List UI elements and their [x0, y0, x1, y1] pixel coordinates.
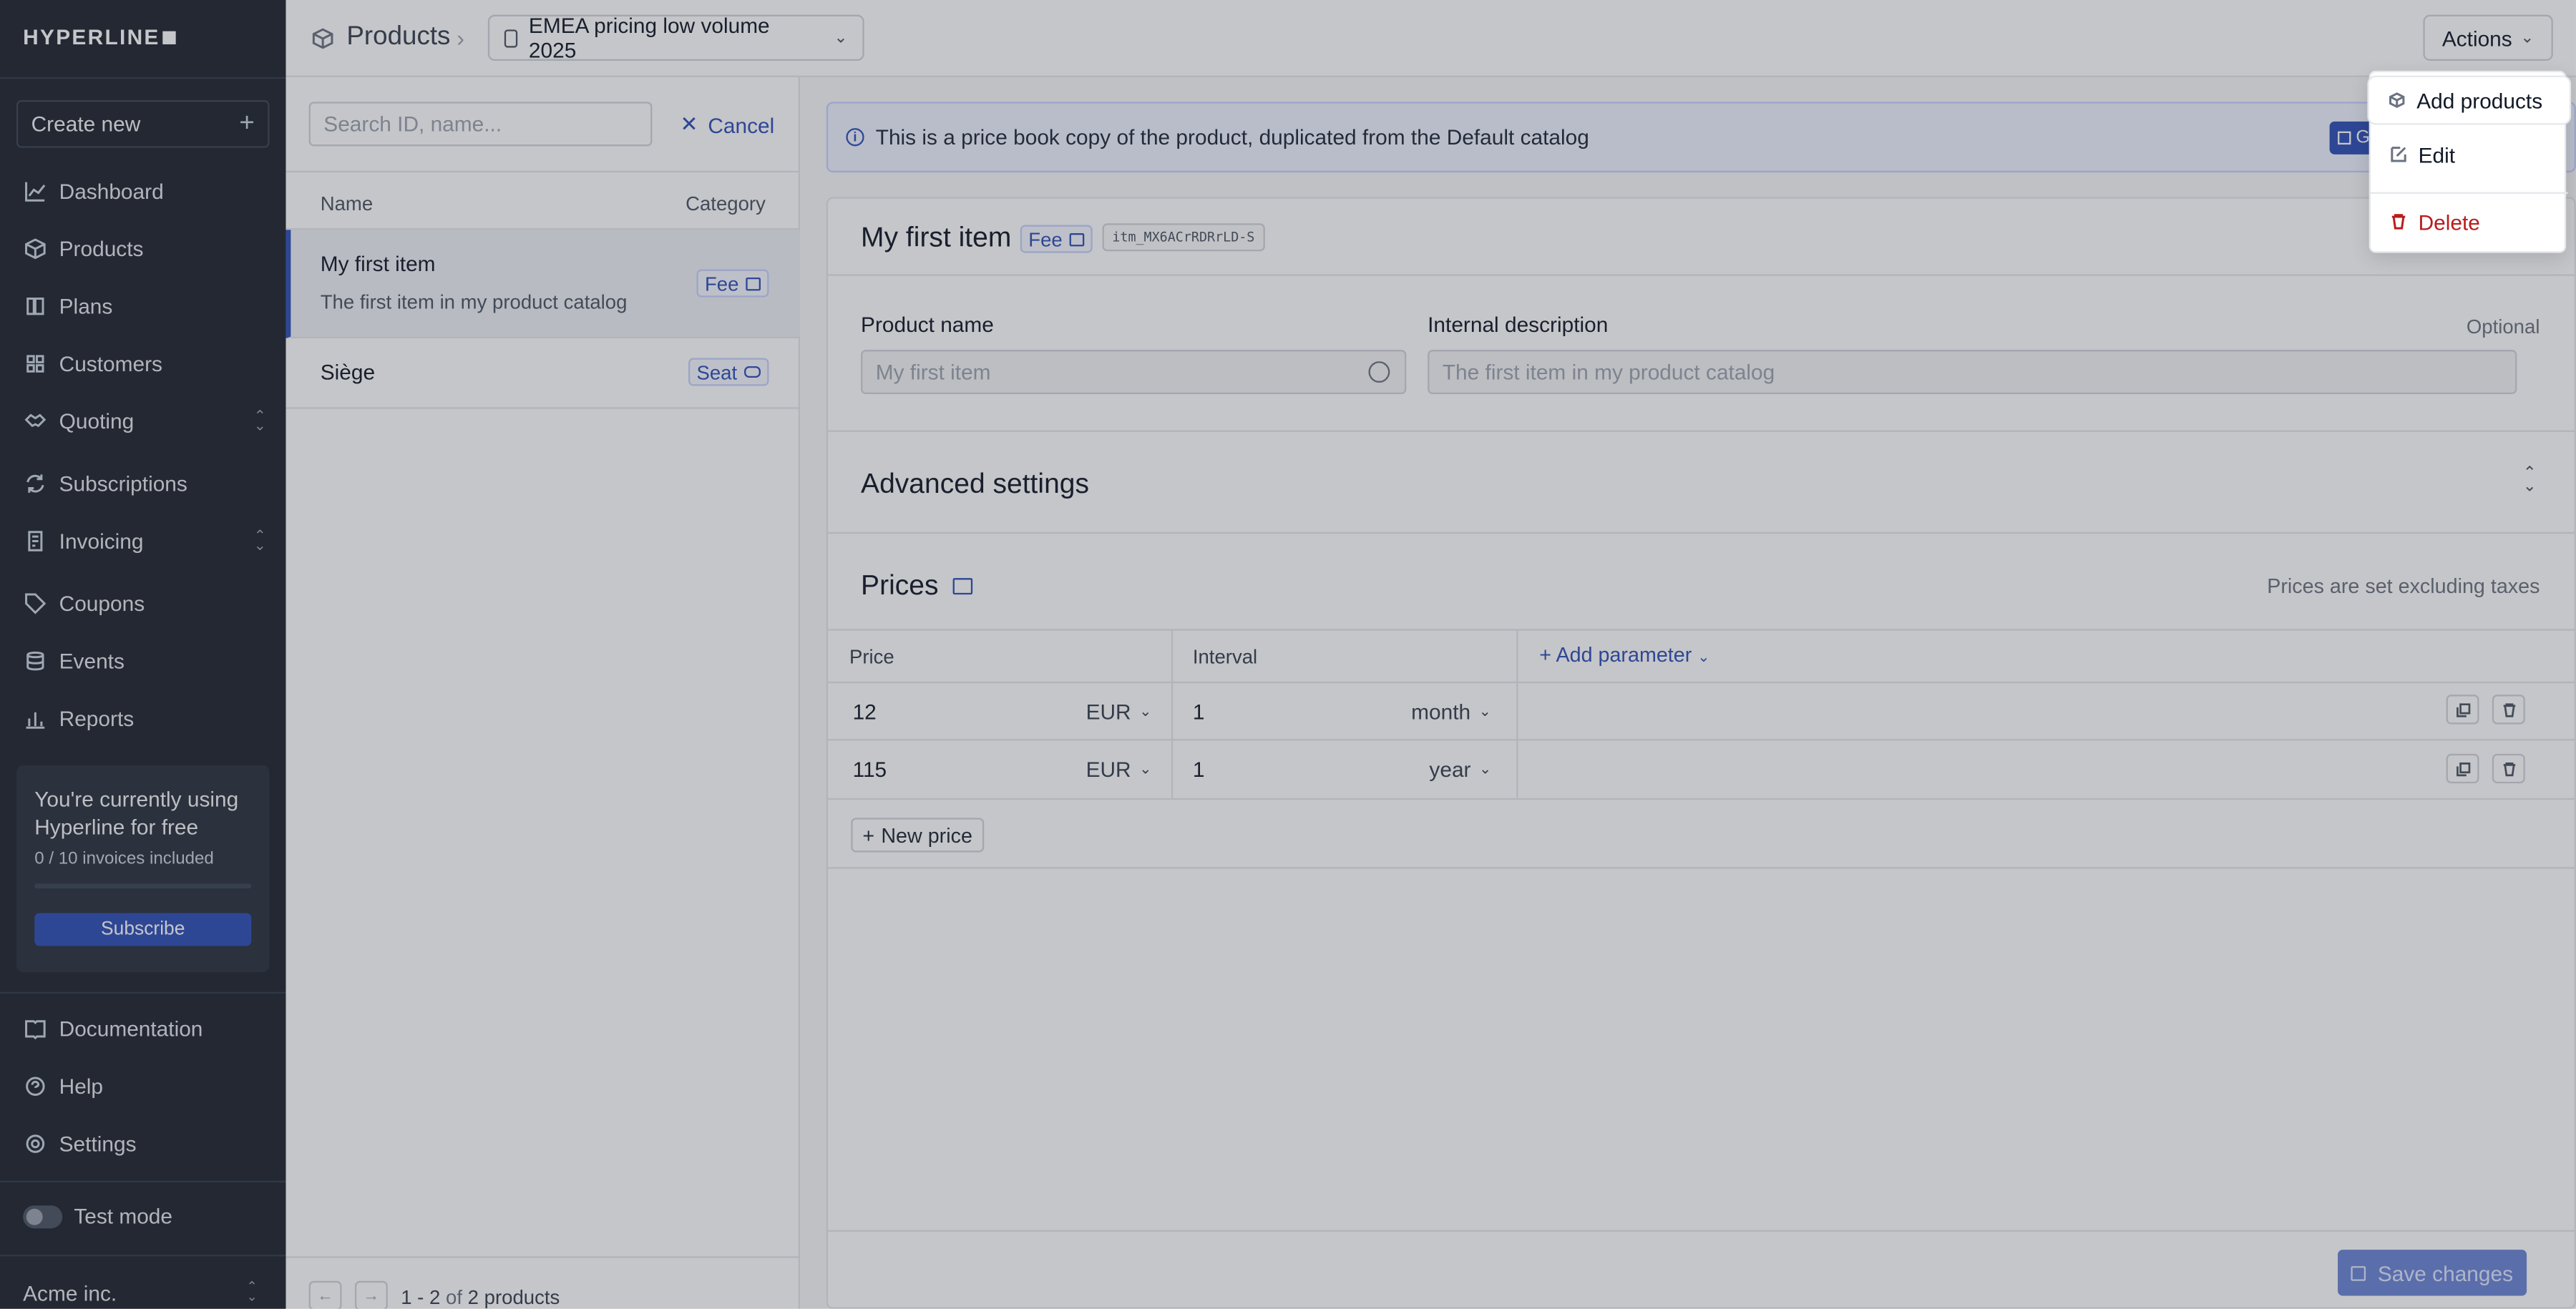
menu-divider: [2370, 192, 2568, 194]
menu-item-label: Add products: [2416, 87, 2543, 113]
menu-item-add-products[interactable]: Add products: [2368, 77, 2570, 124]
menu-item-label: Edit: [2418, 142, 2456, 167]
menu-item-label: Delete: [2418, 209, 2480, 235]
menu-item-edit[interactable]: Edit: [2371, 132, 2568, 177]
trash-icon: [2391, 214, 2406, 230]
actions-menu: Add products Edit Delete: [2368, 70, 2570, 253]
edit-icon: [2391, 147, 2406, 162]
box-icon: [2389, 92, 2405, 108]
menu-item-delete[interactable]: Delete: [2371, 199, 2568, 245]
modal-backdrop[interactable]: [0, 0, 2576, 1309]
